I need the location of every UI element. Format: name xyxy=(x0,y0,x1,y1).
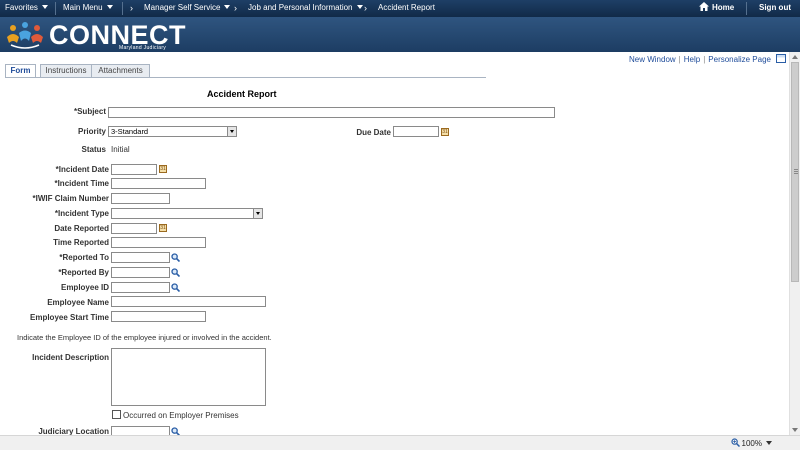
sign-out-link[interactable]: Sign out xyxy=(759,0,791,17)
main-menu[interactable]: Main Menu xyxy=(63,0,113,17)
breadcrumb-label: Manager Self Service xyxy=(144,3,221,12)
link-separator: | xyxy=(703,55,706,64)
favorites-menu[interactable]: Favorites xyxy=(5,0,48,17)
reported-by-label: *Reported By xyxy=(58,268,109,277)
date-reported-label: Date Reported xyxy=(54,224,109,233)
brand-subtitle: Maryland Judiciary xyxy=(119,45,167,51)
reported-to-label: *Reported To xyxy=(59,253,109,262)
lookup-search-icon[interactable] xyxy=(171,253,180,262)
grip-line xyxy=(794,173,798,174)
date-reported-input[interactable] xyxy=(111,223,157,234)
priority-select[interactable]: 3-Standard xyxy=(108,126,237,137)
browser-status-bar: 100% xyxy=(0,435,800,450)
zoom-magnifier-icon xyxy=(730,438,740,448)
incident-date-input[interactable] xyxy=(111,164,157,175)
main-menu-label: Main Menu xyxy=(63,3,103,12)
sign-out-label: Sign out xyxy=(759,3,791,12)
calendar-icon[interactable]: 31 xyxy=(159,165,167,173)
nav-separator xyxy=(746,2,747,15)
grip-line xyxy=(794,169,798,170)
breadcrumb-job-personal-info[interactable]: Job and Personal Information xyxy=(248,0,363,17)
page-title: Accident Report xyxy=(207,89,277,99)
calendar-icon[interactable]: 31 xyxy=(159,224,167,232)
scrollbar-thumb[interactable] xyxy=(791,62,799,282)
employee-start-time-input[interactable] xyxy=(111,311,206,322)
incident-description-textarea[interactable] xyxy=(111,348,266,406)
incident-description-label: Incident Description xyxy=(32,353,109,362)
help-link[interactable]: Help xyxy=(684,55,700,64)
home-label: Home xyxy=(712,3,735,12)
chevron-down-icon xyxy=(253,209,262,218)
new-window-link[interactable]: New Window xyxy=(629,55,676,64)
employee-id-input[interactable] xyxy=(111,282,170,293)
employee-start-time-label: Employee Start Time xyxy=(30,313,109,322)
premises-checkbox[interactable] xyxy=(112,410,121,419)
reported-to-input[interactable] xyxy=(111,252,170,263)
status-value: Initial xyxy=(111,145,130,154)
status-label: Status xyxy=(81,145,106,154)
scroll-up-icon[interactable] xyxy=(792,55,798,59)
home-link[interactable]: Home xyxy=(699,0,734,17)
nav-separator xyxy=(122,2,123,15)
breadcrumb-accident-report[interactable]: Accident Report xyxy=(378,0,435,17)
breadcrumb-chevron-icon: › xyxy=(234,3,237,13)
premises-label: Occurred on Employer Premises xyxy=(123,411,239,420)
tab-attachments[interactable]: Attachments xyxy=(91,64,150,77)
incident-date-label: *Incident Date xyxy=(55,165,109,174)
calendar-icon[interactable]: 31 xyxy=(441,128,449,136)
due-date-label: Due Date xyxy=(356,128,391,137)
iwif-claim-input[interactable] xyxy=(111,193,170,204)
link-separator: | xyxy=(678,55,681,64)
zoom-control[interactable]: 100% xyxy=(730,438,772,448)
home-icon xyxy=(699,2,709,11)
employee-id-hint: Indicate the Employee ID of the employee… xyxy=(17,333,272,342)
personalize-page-link[interactable]: Personalize Page xyxy=(708,55,771,64)
breadcrumb-label: Accident Report xyxy=(378,3,435,12)
vertical-scrollbar[interactable] xyxy=(789,52,800,435)
chevron-down-icon xyxy=(227,127,236,136)
people-logo-icon xyxy=(7,22,43,49)
tab-instructions[interactable]: Instructions xyxy=(40,64,92,77)
page-links: New Window | Help | Personalize Page xyxy=(629,54,786,64)
incident-type-select[interactable] xyxy=(111,208,263,219)
grid-view-icon[interactable] xyxy=(776,54,786,63)
incident-time-label: *Incident Time xyxy=(54,179,109,188)
subject-label: *Subject xyxy=(73,107,106,116)
priority-value: 3-Standard xyxy=(111,127,149,136)
lookup-search-icon[interactable] xyxy=(171,268,180,277)
employee-name-label: Employee Name xyxy=(47,298,109,307)
zoom-level: 100% xyxy=(741,439,762,448)
favorites-label: Favorites xyxy=(5,3,38,12)
tab-divider xyxy=(5,77,486,78)
time-reported-label: Time Reported xyxy=(53,238,109,247)
tab-form[interactable]: Form xyxy=(5,64,36,78)
scroll-down-icon[interactable] xyxy=(792,428,798,432)
chevron-down-icon xyxy=(224,5,231,9)
breadcrumb-manager-self-service[interactable]: Manager Self Service xyxy=(144,0,231,17)
breadcrumb-label: Job and Personal Information xyxy=(248,3,353,12)
incident-type-label: *Incident Type xyxy=(54,209,109,218)
employee-name-input[interactable] xyxy=(111,296,266,307)
employee-id-label: Employee ID xyxy=(60,283,109,292)
chevron-down-icon xyxy=(41,5,48,9)
subject-input[interactable] xyxy=(108,107,555,118)
breadcrumb-chevron-icon: › xyxy=(364,3,367,13)
top-nav-bar: Favorites Main Menu › Manager Self Servi… xyxy=(0,0,800,17)
nav-separator xyxy=(55,2,56,15)
header-banner: CONNECT Maryland Judiciary xyxy=(0,17,800,52)
chevron-down-icon xyxy=(766,441,772,445)
chevron-down-icon xyxy=(356,5,363,9)
due-date-input[interactable] xyxy=(393,126,439,137)
lookup-search-icon[interactable] xyxy=(171,283,180,292)
time-reported-input[interactable] xyxy=(111,237,206,248)
app-window: Favorites Main Menu › Manager Self Servi… xyxy=(0,0,800,450)
incident-time-input[interactable] xyxy=(111,178,206,189)
grip-line xyxy=(794,171,798,172)
reported-by-input[interactable] xyxy=(111,267,170,278)
iwif-claim-label: *IWIF Claim Number xyxy=(32,194,109,203)
connect-logo: CONNECT Maryland Judiciary xyxy=(5,19,205,51)
chevron-down-icon xyxy=(106,5,113,9)
breadcrumb-chevron-icon: › xyxy=(130,3,133,13)
priority-label: Priority xyxy=(77,127,106,136)
